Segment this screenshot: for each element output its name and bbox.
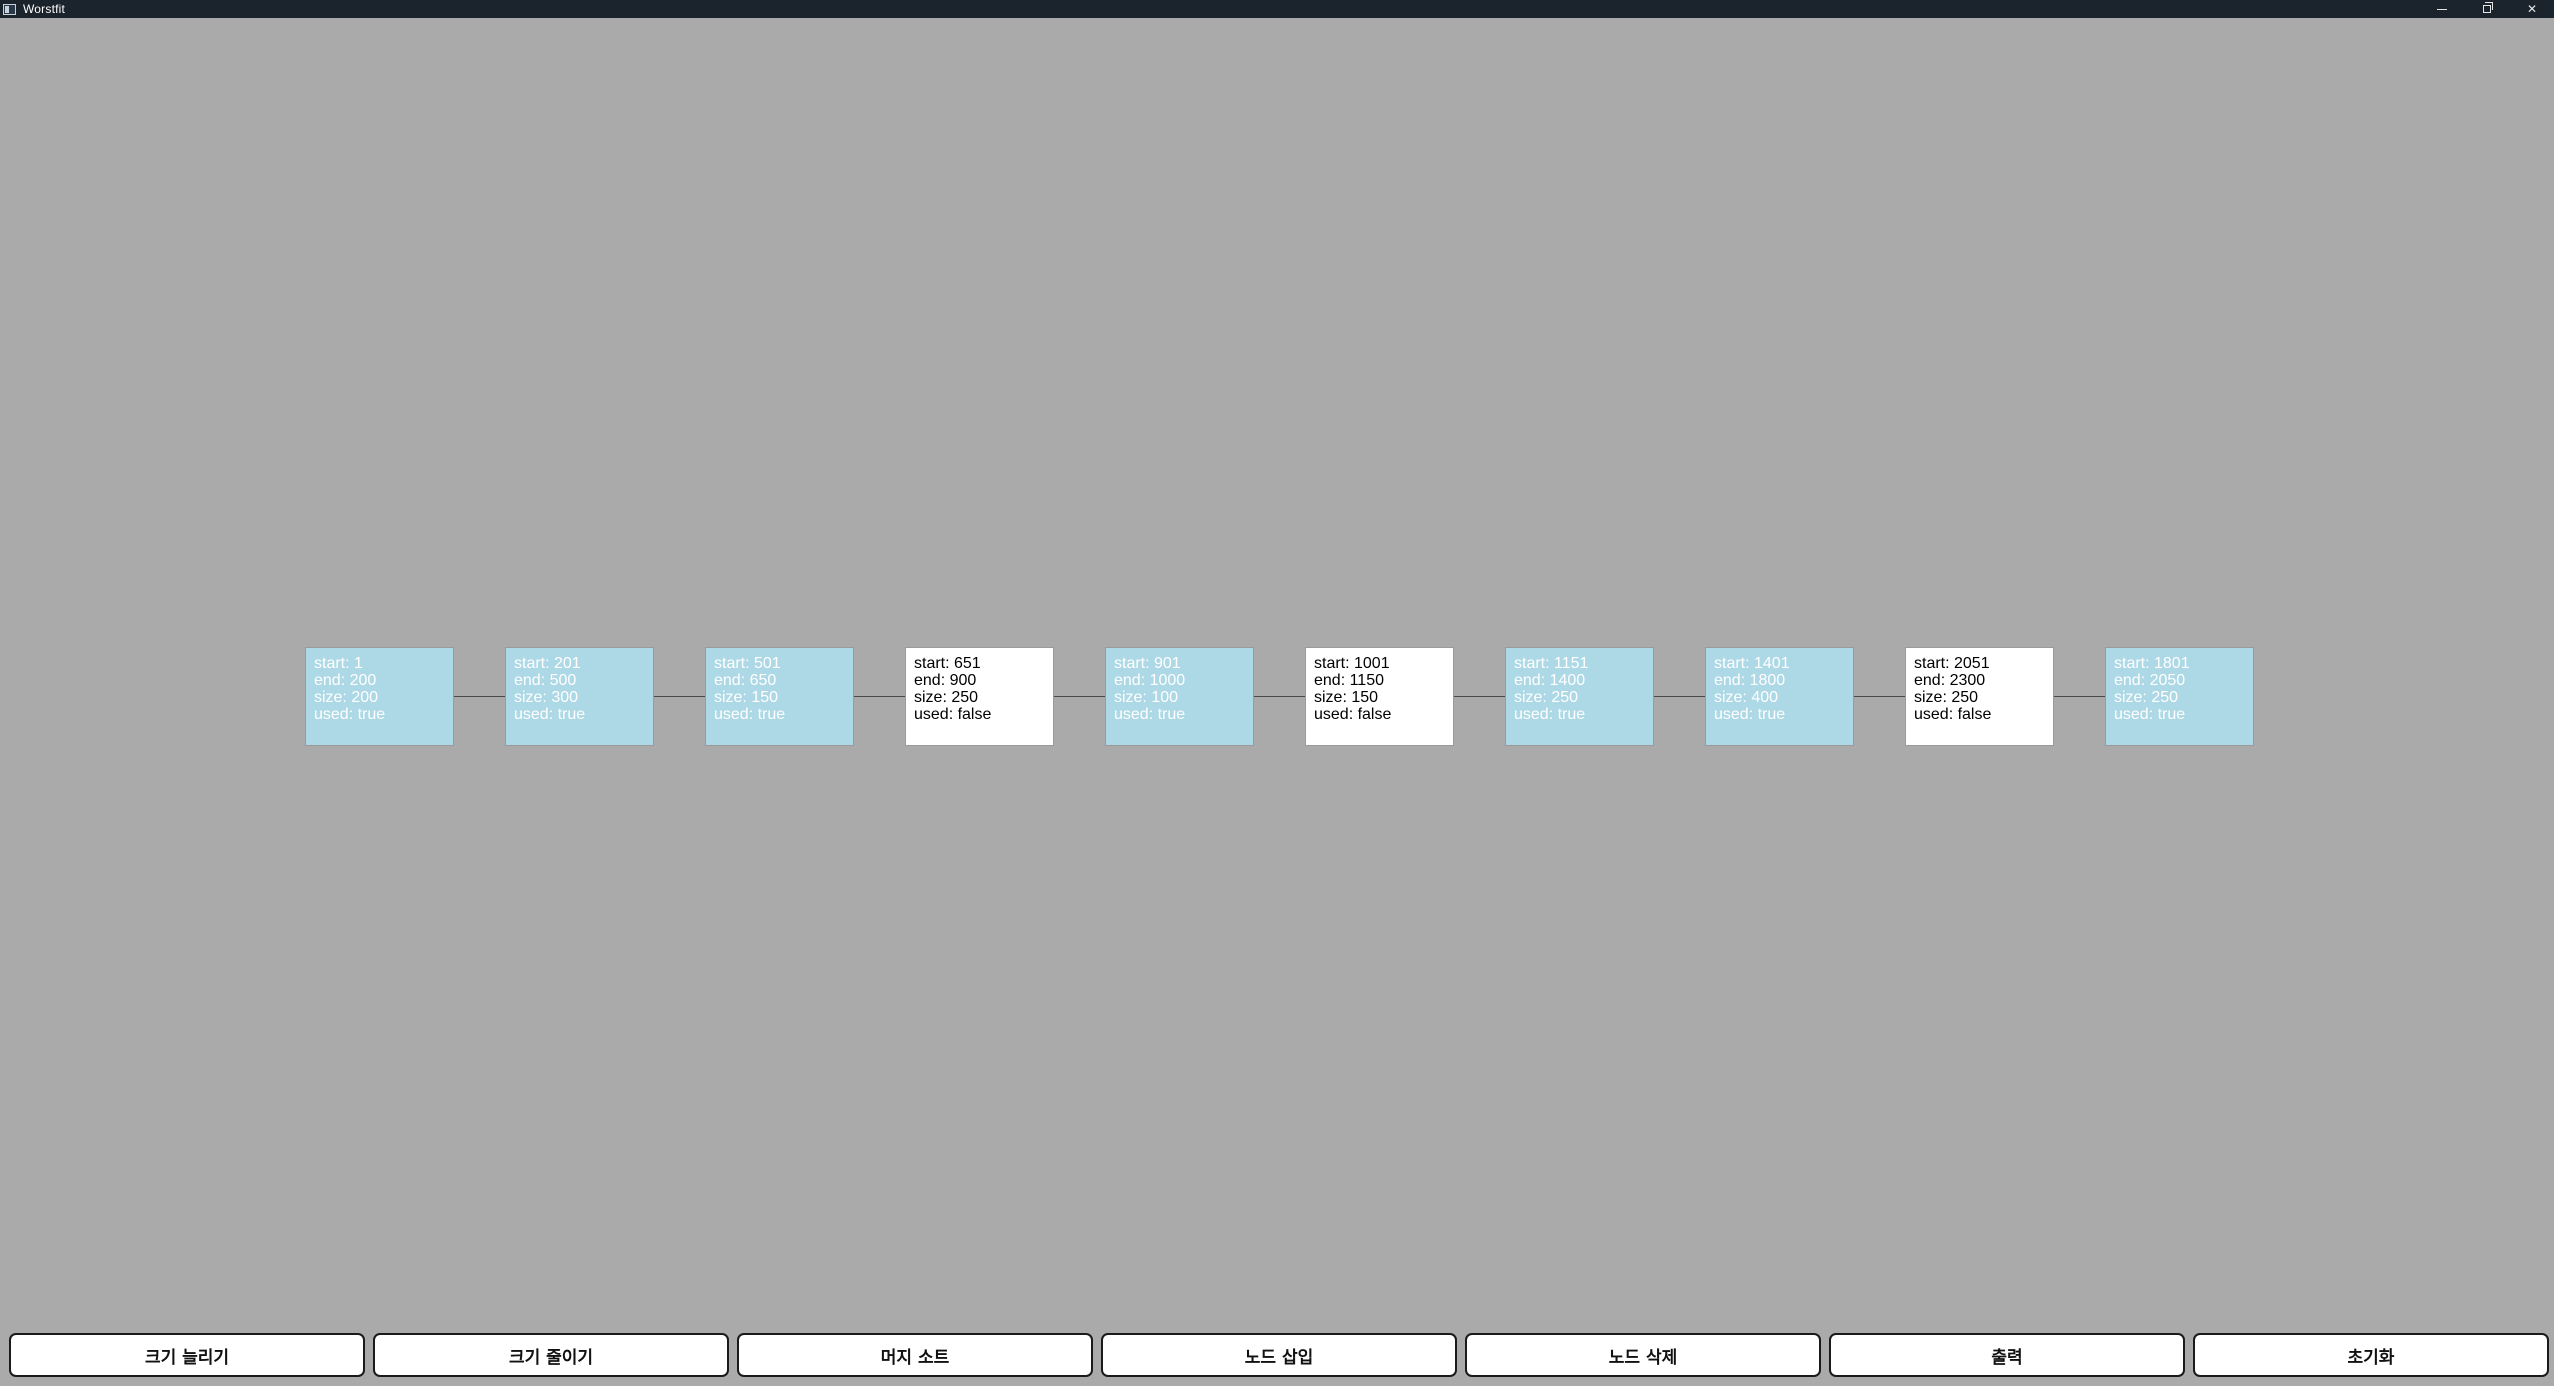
window-title: Worstfit [23, 2, 66, 16]
memory-block-node[interactable]: start: 1151 end: 1400 size: 250 used: tr… [1505, 647, 1654, 746]
block-end: end: 1400 [1514, 672, 1586, 689]
memory-block-node[interactable]: start: 1401 end: 1800 size: 400 used: tr… [1705, 647, 1854, 746]
close-icon[interactable]: ✕ [2510, 0, 2554, 18]
node-connector [1054, 696, 1105, 697]
memory-block-node[interactable]: start: 1801 end: 2050 size: 250 used: tr… [2105, 647, 2254, 746]
block-used: used: true [314, 706, 386, 723]
block-start: start: 201 [514, 655, 581, 672]
block-start: start: 651 [914, 655, 981, 672]
block-end: end: 1000 [1114, 672, 1186, 689]
block-end: end: 200 [314, 672, 377, 689]
memory-block-node[interactable]: start: 651 end: 900 size: 250 used: fals… [905, 647, 1054, 746]
memory-block-node[interactable]: start: 901 end: 1000 size: 100 used: tru… [1105, 647, 1254, 746]
decrease-size-button[interactable]: 크기 줄이기 [373, 1333, 729, 1377]
block-size: size: 250 [1914, 689, 1979, 706]
action-button-bar: 크기 늘리기 크기 줄이기 머지 소트 노드 삽입 노드 삭제 출력 초기화 [0, 1333, 2554, 1380]
node-connector [854, 696, 905, 697]
restore-icon[interactable] [2465, 0, 2509, 18]
block-start: start: 1001 [1314, 655, 1390, 672]
block-start: start: 901 [1114, 655, 1181, 672]
reset-button[interactable]: 초기화 [2193, 1333, 2549, 1377]
merge-sort-button[interactable]: 머지 소트 [737, 1333, 1093, 1377]
block-end: end: 2300 [1914, 672, 1986, 689]
block-size: size: 150 [714, 689, 779, 706]
node-connector [1454, 696, 1505, 697]
block-end: end: 500 [514, 672, 577, 689]
block-used: used: false [914, 706, 992, 723]
block-used: used: true [1514, 706, 1586, 723]
memory-block-node[interactable]: start: 501 end: 650 size: 150 used: true [705, 647, 854, 746]
block-used: used: true [514, 706, 586, 723]
minimize-icon[interactable] [2420, 0, 2464, 18]
block-used: used: true [1114, 706, 1186, 723]
block-end: end: 2050 [2114, 672, 2186, 689]
block-used: used: true [1714, 706, 1786, 723]
node-connector [2054, 696, 2105, 697]
memory-block-node[interactable]: start: 2051 end: 2300 size: 250 used: fa… [1905, 647, 2054, 746]
block-used: used: false [1914, 706, 1992, 723]
node-connector [1654, 696, 1705, 697]
block-size: size: 300 [514, 689, 579, 706]
node-connector [454, 696, 505, 697]
memory-block-node[interactable]: start: 1 end: 200 size: 200 used: true [305, 647, 454, 746]
block-start: start: 1 [314, 655, 363, 672]
block-start: start: 1151 [1514, 655, 1589, 672]
memory-list-canvas: start: 1 end: 200 size: 200 used: true s… [0, 18, 2554, 1328]
block-end: end: 1150 [1314, 672, 1384, 689]
node-connector [1854, 696, 1905, 697]
block-start: start: 2051 [1914, 655, 1990, 672]
block-start: start: 1401 [1714, 655, 1790, 672]
block-size: size: 100 [1114, 689, 1179, 706]
block-end: end: 1800 [1714, 672, 1786, 689]
block-size: size: 200 [314, 689, 379, 706]
block-size: size: 150 [1314, 689, 1379, 706]
memory-block-node[interactable]: start: 1001 end: 1150 size: 150 used: fa… [1305, 647, 1454, 746]
block-size: size: 250 [914, 689, 979, 706]
insert-node-button[interactable]: 노드 삽입 [1101, 1333, 1457, 1377]
delete-node-button[interactable]: 노드 삭제 [1465, 1333, 1821, 1377]
title-bar: Worstfit ✕ [0, 0, 2554, 18]
block-size: size: 250 [2114, 689, 2179, 706]
block-size: size: 250 [1514, 689, 1579, 706]
memory-block-node[interactable]: start: 201 end: 500 size: 300 used: true [505, 647, 654, 746]
block-start: start: 1801 [2114, 655, 2190, 672]
block-used: used: false [1314, 706, 1392, 723]
block-end: end: 900 [914, 672, 977, 689]
app-icon [3, 3, 16, 15]
block-used: used: true [2114, 706, 2186, 723]
print-button[interactable]: 출력 [1829, 1333, 2185, 1377]
block-start: start: 501 [714, 655, 781, 672]
increase-size-button[interactable]: 크기 늘리기 [9, 1333, 365, 1377]
block-used: used: true [714, 706, 786, 723]
block-end: end: 650 [714, 672, 777, 689]
node-connector [1254, 696, 1305, 697]
block-size: size: 400 [1714, 689, 1779, 706]
node-connector [654, 696, 705, 697]
